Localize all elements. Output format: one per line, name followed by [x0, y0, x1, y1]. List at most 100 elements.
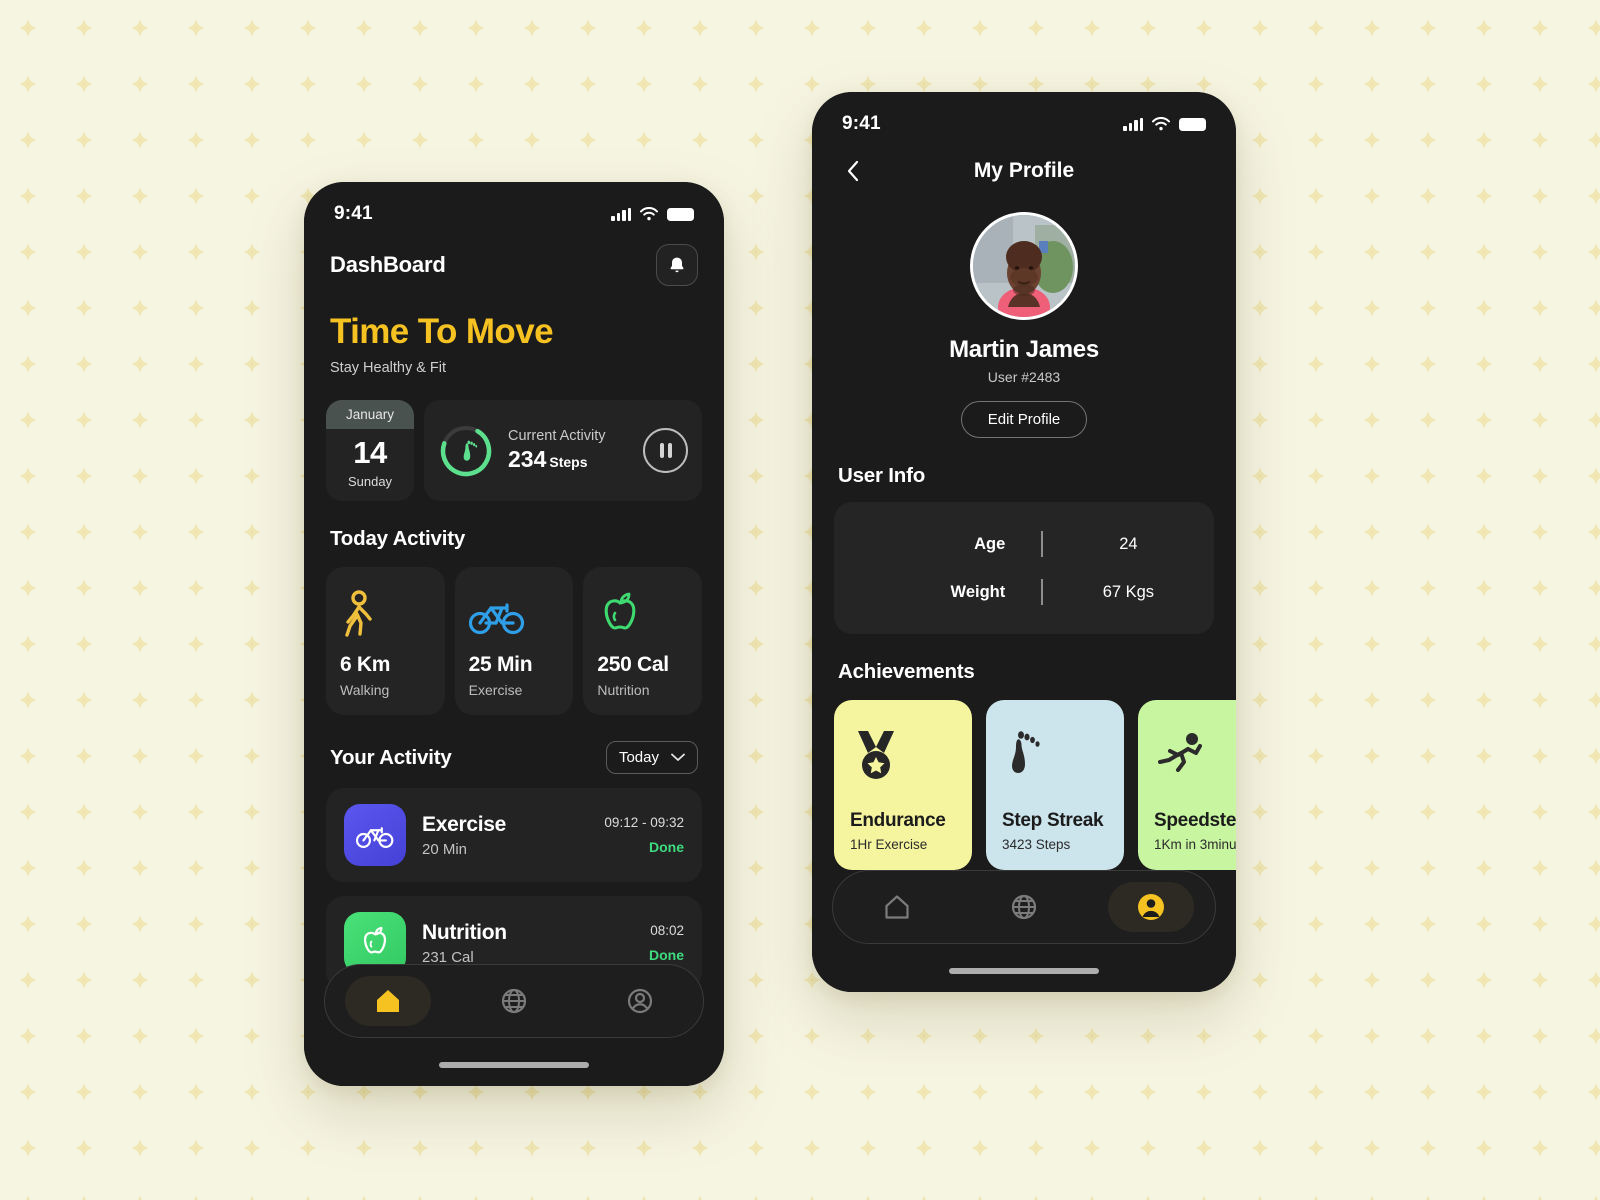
nav-item-explore[interactable]: [981, 882, 1067, 932]
today-activity-tiles: 6 Km Walking 25 Min Exercise 250 Cal Nut…: [304, 551, 724, 715]
date-card: January 14 Sunday: [326, 400, 414, 501]
signal-icon: [611, 207, 631, 221]
status-badge: Done: [649, 839, 684, 855]
your-activity-header: Your Activity Today: [304, 715, 724, 774]
list-item-name: Exercise: [422, 812, 507, 836]
current-activity-row: January 14 Sunday Current Activity 234 S…: [304, 376, 724, 501]
status-badge: Done: [649, 947, 684, 963]
steps-progress-ring: [438, 423, 494, 479]
globe-icon: [501, 988, 527, 1014]
achievements-title: Achievements: [838, 660, 975, 683]
activity-tile-nutrition[interactable]: 250 Cal Nutrition: [583, 567, 703, 715]
achievement-title: Step Streak: [1002, 810, 1104, 831]
achievement-title: Endurance: [850, 810, 946, 831]
battery-icon: [1179, 117, 1206, 131]
nav-item-home[interactable]: [345, 976, 431, 1026]
footprint-icon: [1002, 722, 1108, 788]
profile-icon: [1138, 894, 1165, 920]
home-icon: [377, 990, 399, 1012]
nav-item-explore[interactable]: [471, 976, 557, 1026]
medal-icon: [850, 722, 956, 788]
achievement-sub: 3423 Steps: [1002, 837, 1071, 852]
today-activity-header: Today Activity: [304, 501, 724, 551]
bottom-nav-dashboard: [324, 964, 704, 1038]
battery-icon: [667, 207, 694, 221]
wifi-icon: [640, 207, 658, 221]
avatar-wrapper: [812, 186, 1236, 320]
page-title: DashBoard: [330, 252, 446, 277]
achievements-row: Endurance 1Hr Exercise Step Streak 3423 …: [812, 684, 1236, 870]
globe-icon: [1011, 894, 1037, 920]
apple-icon: [597, 587, 688, 643]
achievement-sub: 1Km in 3minutes: [1154, 837, 1236, 852]
today-activity-title: Today Activity: [330, 527, 466, 550]
status-bar-profile: 9:41: [812, 92, 1236, 138]
info-row-age: Age 24: [834, 520, 1214, 568]
list-item-name: Nutrition: [422, 920, 507, 944]
achievement-card-speedster[interactable]: Speedster 1Km in 3minutes: [1138, 700, 1236, 870]
current-activity-card[interactable]: Current Activity 234 Steps: [424, 400, 702, 501]
user-info-card: Age 24 Weight 67 Kgs: [834, 502, 1214, 634]
activity-tile-walking[interactable]: 6 Km Walking: [326, 567, 445, 715]
info-value: 24: [1119, 534, 1138, 553]
edit-profile-wrapper: Edit Profile: [812, 401, 1236, 438]
achievement-card-endurance[interactable]: Endurance 1Hr Exercise: [834, 700, 972, 870]
chevron-left-icon: [847, 160, 859, 182]
user-info-header: User Info: [812, 438, 1236, 488]
activity-filter-dropdown[interactable]: Today: [605, 741, 698, 774]
footprint-icon: [463, 440, 478, 461]
list-item-sub: 20 Min: [422, 840, 468, 858]
achievements-header: Achievements: [812, 634, 1236, 684]
avatar[interactable]: [970, 212, 1078, 320]
achievement-card-step-streak[interactable]: Step Streak 3423 Steps: [986, 700, 1124, 870]
current-activity-label: Current Activity: [508, 428, 606, 444]
activity-tile-label: Exercise: [468, 682, 523, 698]
your-activity-title: Your Activity: [330, 745, 452, 769]
profile-name: Martin James: [949, 336, 1099, 363]
hero-subtitle: Stay Healthy & Fit: [330, 360, 447, 376]
date-weekday: Sunday: [347, 474, 393, 489]
current-activity-value: 234: [508, 446, 547, 472]
status-time: 9:41: [842, 113, 881, 134]
nav-item-profile[interactable]: [597, 976, 683, 1026]
bell-icon: [670, 257, 684, 272]
achievement-sub: 1Hr Exercise: [850, 837, 928, 852]
notification-button[interactable]: [656, 244, 698, 286]
activity-tile-label: Nutrition: [597, 682, 650, 698]
list-item[interactable]: Exercise 20 Min 09:12 - 09:32 Done: [326, 788, 702, 882]
nav-item-home[interactable]: [854, 882, 940, 932]
profile-user-id: User #2483: [987, 369, 1061, 385]
info-row-weight: Weight 67 Kgs: [834, 568, 1214, 616]
status-time: 9:41: [334, 203, 373, 224]
page-title: My Profile: [973, 159, 1075, 182]
list-item-time: 09:12 - 09:32: [604, 815, 684, 830]
achievement-title: Speedster: [1154, 810, 1236, 831]
pause-button[interactable]: [643, 428, 688, 473]
user-info-title: User Info: [838, 464, 926, 487]
home-indicator: [439, 1062, 589, 1068]
signal-icon: [1123, 117, 1143, 131]
list-item-icon-exercise: [344, 804, 406, 866]
bottom-nav-profile: [832, 870, 1216, 944]
edit-profile-button[interactable]: Edit Profile: [960, 401, 1088, 438]
nav-item-profile[interactable]: [1108, 882, 1195, 932]
info-value: 67 Kgs: [1102, 582, 1155, 601]
profile-icon: [627, 988, 653, 1014]
info-key: Age: [974, 534, 1006, 553]
runner-icon: [1154, 722, 1236, 788]
background-star-decoration: [0, 0, 1600, 1200]
activity-tile-value: 250 Cal: [597, 653, 669, 676]
list-item-sub: 231 Cal: [422, 948, 474, 966]
activity-tile-exercise[interactable]: 25 Min Exercise: [454, 567, 574, 715]
bicycle-icon: [468, 587, 560, 643]
date-month: January: [326, 400, 414, 429]
activity-tile-label: Walking: [340, 682, 390, 698]
hero-title: Time To Move: [330, 312, 554, 351]
activity-list: Exercise 20 Min 09:12 - 09:32 Done Nutri…: [304, 774, 724, 990]
activity-tile-value: 6 Km: [340, 653, 391, 676]
home-indicator: [949, 968, 1099, 974]
phone-profile: 9:41 My Profile Martin James User #2483 …: [812, 92, 1236, 992]
back-button[interactable]: [838, 156, 868, 186]
home-icon: [885, 895, 909, 919]
activity-tile-value: 25 Min: [468, 653, 533, 676]
